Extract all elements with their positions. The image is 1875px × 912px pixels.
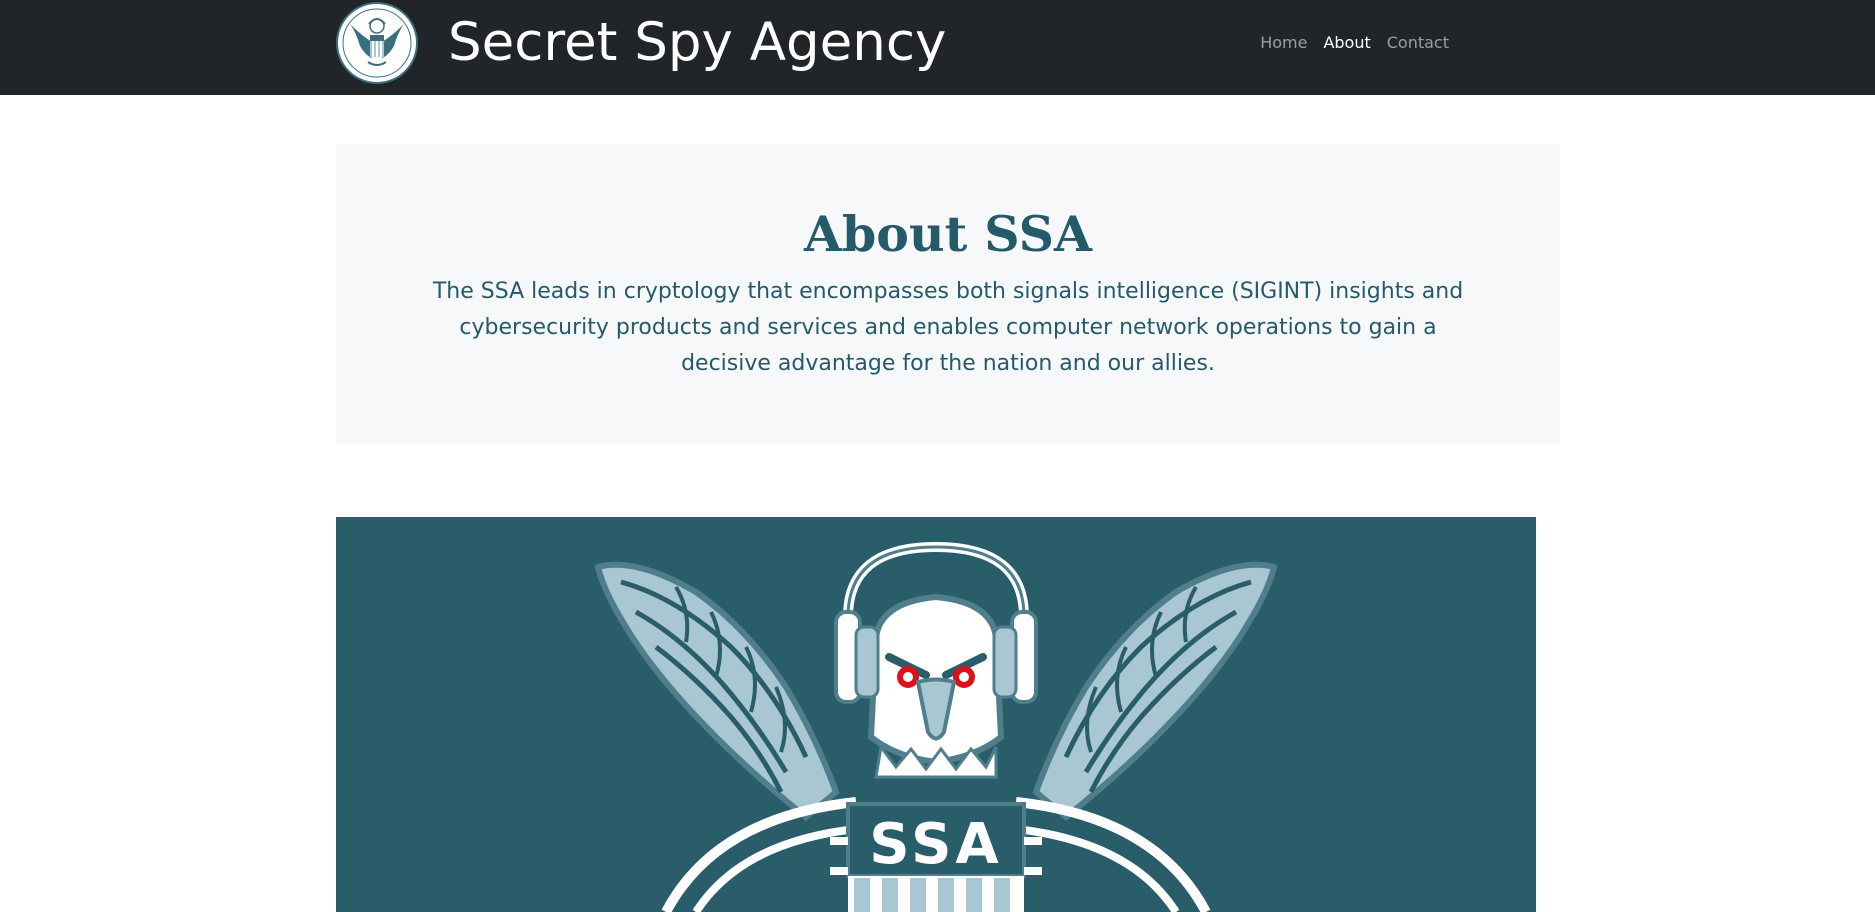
nav-about-link[interactable]: About — [1323, 32, 1370, 54]
top-navbar: Secret Spy Agency Home About Contact — [0, 0, 1875, 95]
main-nav: Home About Contact — [1260, 32, 1449, 54]
nav-contact-link[interactable]: Contact — [1387, 32, 1449, 54]
nav-home-link[interactable]: Home — [1260, 32, 1307, 54]
emblem-ssa-text: SSA — [869, 812, 1003, 877]
eagle-headphones-emblem: SSA — [594, 541, 1278, 912]
about-heading: About SSA — [804, 205, 1092, 263]
emblem-banner: SSA — [336, 517, 1536, 912]
agency-seal-logo[interactable] — [336, 2, 418, 84]
left-wing — [594, 561, 840, 821]
site-title[interactable]: Secret Spy Agency — [448, 8, 946, 78]
about-jumbotron: About SSA The SSA leads in cryptology th… — [336, 144, 1560, 445]
eagle-seal-icon — [336, 2, 418, 84]
about-description: The SSA leads in cryptology that encompa… — [432, 279, 1464, 376]
right-wing — [1032, 561, 1278, 821]
